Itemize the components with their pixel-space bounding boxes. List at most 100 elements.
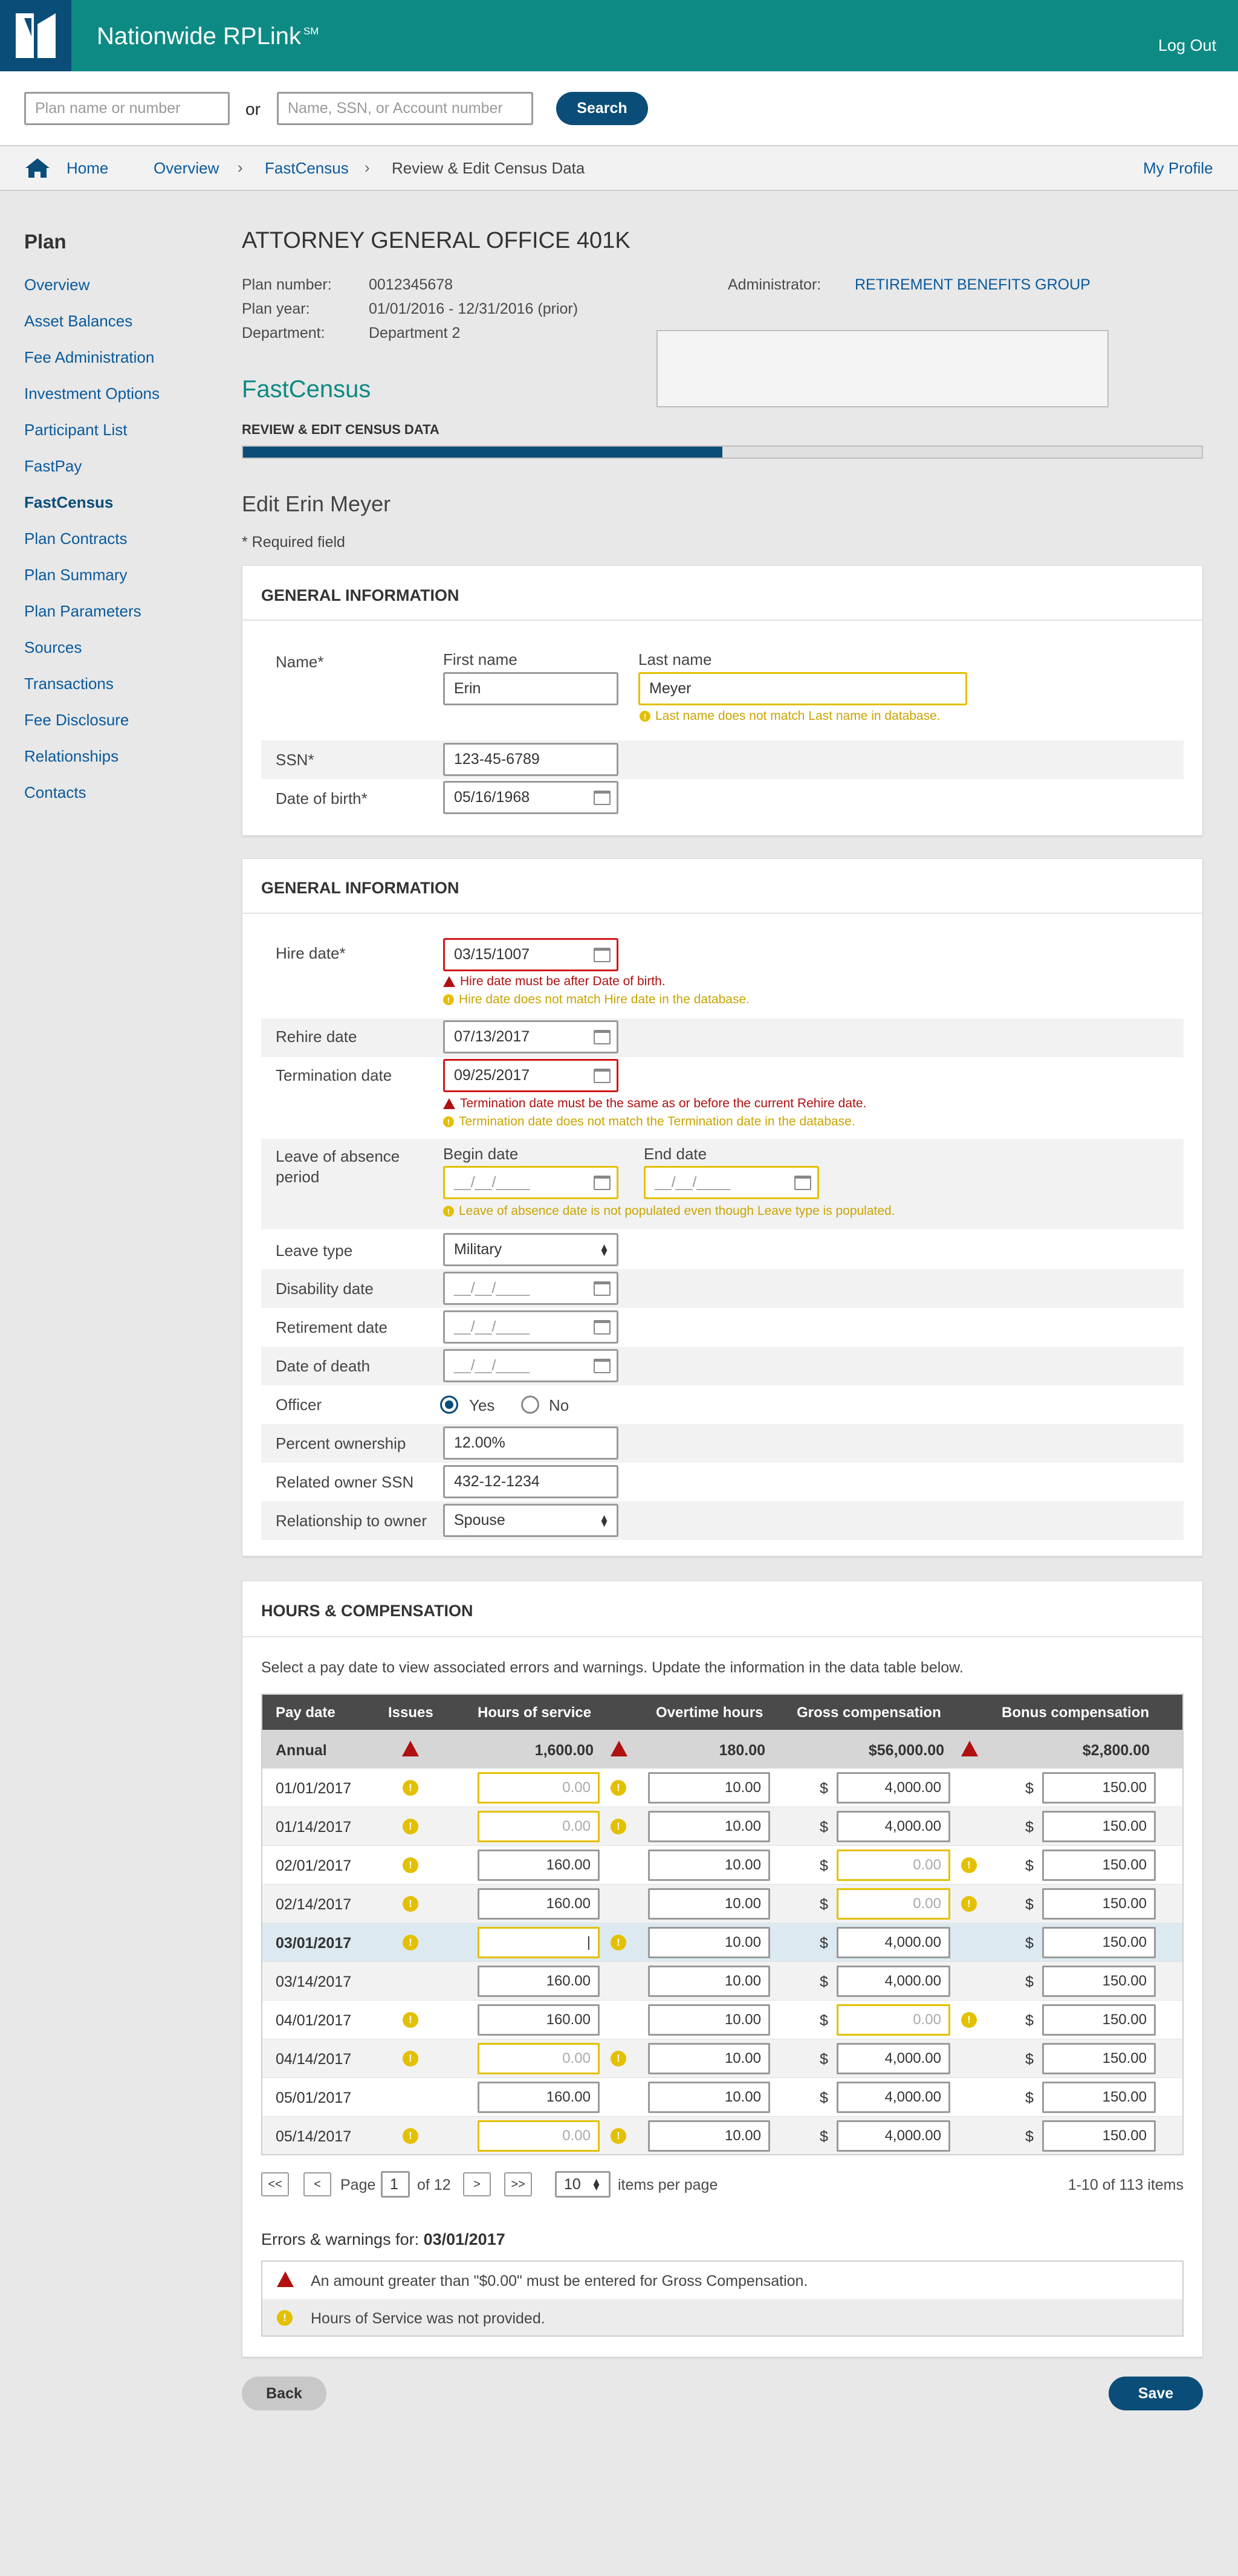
- overtime-hours-input[interactable]: 10.00: [648, 1966, 770, 1997]
- officer-yes-radio[interactable]: [440, 1396, 458, 1414]
- pay-date[interactable]: 01/14/2017: [276, 1819, 351, 1836]
- overtime-hours-input[interactable]: 10.00: [648, 1888, 770, 1920]
- gross-compensation-input[interactable]: 4,000.00: [837, 2120, 950, 2152]
- retirement-date-input[interactable]: __/__/____: [443, 1310, 618, 1344]
- pay-date[interactable]: 03/01/2017: [276, 1935, 351, 1952]
- hours-of-service-input[interactable]: 160.00: [478, 1849, 600, 1881]
- hours-of-service-input[interactable]: |: [478, 1927, 600, 1958]
- overtime-hours-input[interactable]: 10.00: [648, 1811, 770, 1842]
- administrator-link[interactable]: RETIREMENT BENEFITS GROUP: [855, 276, 1091, 294]
- sidebar-item-relationships[interactable]: Relationships: [24, 747, 118, 766]
- related-owner-ssn-input[interactable]: 432-12-1234: [443, 1465, 618, 1498]
- bonus-compensation-input[interactable]: 150.00: [1042, 1849, 1156, 1881]
- pay-date[interactable]: 04/01/2017: [276, 2012, 351, 2030]
- bonus-compensation-input[interactable]: 150.00: [1042, 1966, 1156, 1997]
- my-profile-link[interactable]: My Profile: [1143, 159, 1213, 178]
- sidebar-item-participant-list[interactable]: Participant List: [24, 421, 128, 439]
- gross-compensation-input[interactable]: 4,000.00: [837, 2082, 950, 2113]
- breadcrumb-home[interactable]: Home: [66, 159, 108, 178]
- nationwide-logo-icon[interactable]: [0, 0, 71, 71]
- page-input[interactable]: 1: [381, 2171, 410, 2198]
- gross-compensation-input[interactable]: 4,000.00: [837, 2043, 950, 2074]
- overtime-hours-input[interactable]: 10.00: [648, 1927, 770, 1958]
- overtime-hours-input[interactable]: 10.00: [648, 1772, 770, 1804]
- pay-date[interactable]: 02/01/2017: [276, 1857, 351, 1875]
- gross-compensation-input[interactable]: 0.00: [837, 2004, 950, 2036]
- sidebar-item-fee-administration[interactable]: Fee Administration: [24, 348, 154, 367]
- sidebar-item-fee-disclosure[interactable]: Fee Disclosure: [24, 711, 129, 730]
- gross-compensation-input[interactable]: 4,000.00: [837, 1927, 950, 1958]
- calendar-icon[interactable]: [594, 947, 611, 962]
- hours-of-service-input[interactable]: 160.00: [478, 2082, 600, 2113]
- sidebar-item-transactions[interactable]: Transactions: [24, 675, 114, 693]
- leave-type-select[interactable]: Military ▲ ▼: [443, 1233, 618, 1266]
- overtime-hours-input[interactable]: 10.00: [648, 2082, 770, 2113]
- gross-compensation-input[interactable]: 4,000.00: [837, 1966, 950, 1997]
- search-button[interactable]: Search: [556, 92, 648, 125]
- pay-date[interactable]: 01/01/2017: [276, 1780, 351, 1798]
- overtime-hours-input[interactable]: 10.00: [648, 2004, 770, 2036]
- sidebar-item-plan-parameters[interactable]: Plan Parameters: [24, 602, 141, 621]
- first-page-button[interactable]: <<: [261, 2172, 289, 2196]
- calendar-icon[interactable]: [594, 790, 611, 805]
- bonus-compensation-input[interactable]: 150.00: [1042, 1927, 1156, 1958]
- last-name-input[interactable]: Meyer: [638, 672, 967, 705]
- bonus-compensation-input[interactable]: 150.00: [1042, 2120, 1156, 2152]
- calendar-icon[interactable]: [594, 1281, 611, 1296]
- officer-no-radio[interactable]: [521, 1396, 539, 1414]
- pay-date[interactable]: 03/14/2017: [276, 1973, 351, 1991]
- items-per-page-select[interactable]: 10 ▲ ▼: [555, 2171, 611, 2198]
- sidebar-item-investment-options[interactable]: Investment Options: [24, 384, 160, 403]
- bonus-compensation-input[interactable]: 150.00: [1042, 2043, 1156, 2074]
- prev-page-button[interactable]: <: [303, 2172, 331, 2196]
- ssn-input[interactable]: 123-45-6789: [443, 743, 618, 776]
- hours-of-service-input[interactable]: 0.00: [478, 2120, 600, 2152]
- begin-date-input[interactable]: __/__/____: [443, 1166, 618, 1199]
- relationship-to-owner-select[interactable]: Spouse ▲ ▼: [443, 1504, 618, 1537]
- hours-of-service-input[interactable]: 160.00: [478, 1888, 600, 1920]
- dob-input[interactable]: 05/16/1968: [443, 781, 618, 814]
- save-button[interactable]: Save: [1109, 2377, 1203, 2410]
- date-of-death-input[interactable]: __/__/____: [443, 1349, 618, 1382]
- percent-ownership-input[interactable]: 12.00%: [443, 1426, 618, 1460]
- overtime-hours-input[interactable]: 10.00: [648, 1849, 770, 1881]
- pay-date[interactable]: 04/14/2017: [276, 2051, 351, 2068]
- gross-compensation-input[interactable]: 4,000.00: [837, 1811, 950, 1842]
- bonus-compensation-input[interactable]: 150.00: [1042, 2082, 1156, 2113]
- sidebar-item-plan-summary[interactable]: Plan Summary: [24, 566, 128, 584]
- home-icon[interactable]: [24, 157, 51, 179]
- hire-date-input[interactable]: 03/15/1007: [443, 938, 618, 971]
- calendar-icon[interactable]: [794, 1175, 811, 1190]
- back-button[interactable]: Back: [242, 2377, 326, 2410]
- hours-of-service-input[interactable]: 0.00: [478, 1772, 600, 1804]
- breadcrumb-fastcensus[interactable]: FastCensus: [265, 159, 349, 178]
- bonus-compensation-input[interactable]: 150.00: [1042, 1772, 1156, 1804]
- pay-date[interactable]: 05/01/2017: [276, 2089, 351, 2107]
- termination-date-input[interactable]: 09/25/2017: [443, 1059, 618, 1092]
- first-name-input[interactable]: Erin: [443, 672, 618, 705]
- breadcrumb-overview[interactable]: Overview: [154, 159, 219, 178]
- hours-of-service-input[interactable]: 0.00: [478, 2043, 600, 2074]
- rehire-date-input[interactable]: 07/13/2017: [443, 1020, 618, 1053]
- sidebar-item-fastcensus[interactable]: FastCensus: [24, 493, 113, 512]
- plan-search-input[interactable]: Plan name or number: [24, 92, 230, 125]
- bonus-compensation-input[interactable]: 150.00: [1042, 1811, 1156, 1842]
- gross-compensation-input[interactable]: 0.00: [837, 1849, 950, 1881]
- overtime-hours-input[interactable]: 10.00: [648, 2043, 770, 2074]
- sidebar-item-overview[interactable]: Overview: [24, 276, 89, 294]
- hours-of-service-input[interactable]: 160.00: [478, 1966, 600, 1997]
- calendar-icon[interactable]: [594, 1068, 611, 1083]
- participant-search-input[interactable]: Name, SSN, or Account number: [277, 92, 533, 125]
- sidebar-item-fastpay[interactable]: FastPay: [24, 457, 82, 476]
- end-date-input[interactable]: __/__/____: [644, 1166, 819, 1199]
- next-page-button[interactable]: >: [463, 2172, 491, 2196]
- hours-of-service-input[interactable]: 160.00: [478, 2004, 600, 2036]
- last-page-button[interactable]: >>: [504, 2172, 532, 2196]
- bonus-compensation-input[interactable]: 150.00: [1042, 1888, 1156, 1920]
- calendar-icon[interactable]: [594, 1175, 611, 1190]
- pay-date[interactable]: 05/14/2017: [276, 2128, 351, 2146]
- sidebar-item-contacts[interactable]: Contacts: [24, 783, 86, 802]
- bonus-compensation-input[interactable]: 150.00: [1042, 2004, 1156, 2036]
- sidebar-item-sources[interactable]: Sources: [24, 638, 82, 657]
- calendar-icon[interactable]: [594, 1029, 611, 1044]
